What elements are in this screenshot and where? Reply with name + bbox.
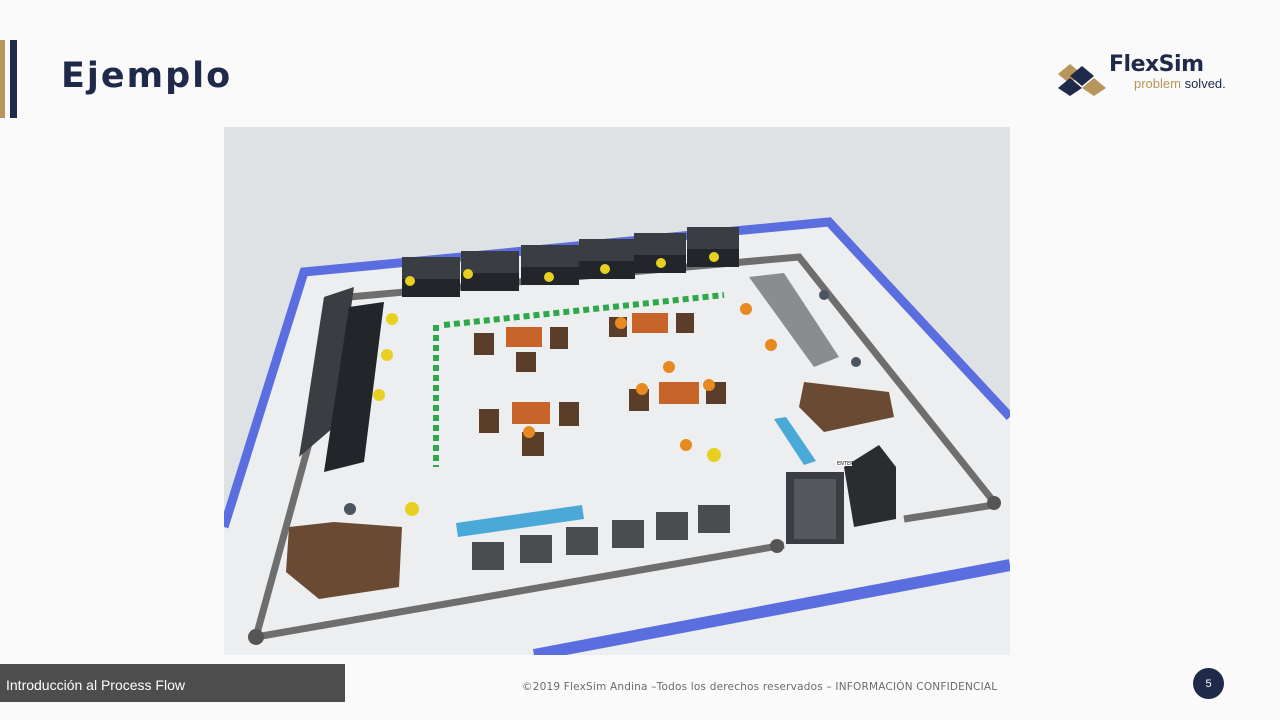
page-title: Ejemplo: [61, 56, 233, 96]
footer-section-label: Introducción al Process Flow: [6, 677, 185, 693]
door-sign: ENTER: [837, 461, 854, 467]
title-accent-gold: [0, 40, 5, 118]
simulation-model-3d-view: ENTER: [224, 127, 1010, 655]
logo-brand: FlexSim: [1109, 52, 1204, 77]
copyright-notice: ©2019 FlexSim Andina –Todos los derechos…: [522, 681, 998, 693]
title-accent-navy: [10, 40, 17, 118]
logo-tagline: problem solved.: [1134, 76, 1226, 91]
page-number-badge: 5: [1193, 668, 1224, 699]
